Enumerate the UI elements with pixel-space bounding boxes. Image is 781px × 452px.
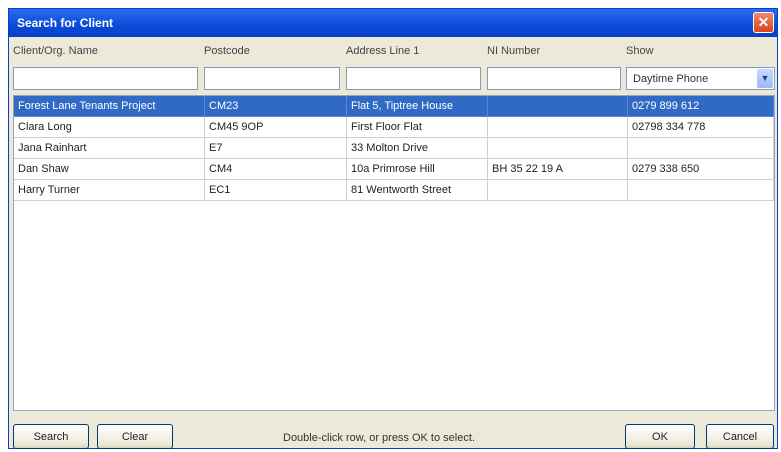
ni-number-filter[interactable] bbox=[487, 67, 621, 90]
table-row[interactable]: Forest Lane Tenants Project CM23 Flat 5, T… bbox=[14, 96, 774, 117]
cell-ni-number bbox=[488, 180, 628, 201]
cell-ni-number bbox=[488, 138, 628, 159]
header-client-name: Client/Org. Name bbox=[13, 45, 98, 57]
header-postcode: Postcode bbox=[204, 45, 250, 57]
search-button[interactable]: Search bbox=[13, 424, 89, 449]
address-filter[interactable] bbox=[346, 67, 481, 90]
results-table: Forest Lane Tenants Project CM23 Flat 5, T… bbox=[13, 95, 775, 411]
cell-postcode: CM4 bbox=[205, 159, 347, 180]
close-icon[interactable]: ✕ bbox=[753, 12, 774, 33]
header-address: Address Line 1 bbox=[346, 45, 420, 57]
cell-client-name: Forest Lane Tenants Project bbox=[14, 96, 205, 117]
cell-ni-number: BH 35 22 19 A bbox=[488, 159, 628, 180]
table-row[interactable]: Dan Shaw CM4 10a Primrose Hill BH 35 22 19 … bbox=[14, 159, 774, 180]
table-row[interactable]: Clara Long CM45 9OP First Floor Flat 02798 … bbox=[14, 117, 774, 138]
title-bar[interactable]: Search for Client ✕ bbox=[9, 9, 777, 37]
cell-ni-number bbox=[488, 117, 628, 138]
cell-client-name: Clara Long bbox=[14, 117, 205, 138]
cell-phone bbox=[628, 180, 774, 201]
ok-button[interactable]: OK bbox=[625, 424, 695, 449]
header-show: Show bbox=[626, 45, 654, 57]
postcode-filter[interactable] bbox=[204, 67, 340, 90]
cell-address: Flat 5, Tiptree House bbox=[347, 96, 488, 117]
client-name-filter[interactable] bbox=[13, 67, 198, 90]
show-select-value: Daytime Phone bbox=[633, 73, 709, 85]
cell-ni-number bbox=[488, 96, 628, 117]
cell-postcode: CM45 9OP bbox=[205, 117, 347, 138]
table-row[interactable]: Jana Rainhart E7 33 Molton Drive bbox=[14, 138, 774, 159]
cell-address: 81 Wentworth Street bbox=[347, 180, 488, 201]
cell-address: 33 Molton Drive bbox=[347, 138, 488, 159]
header-ni-number: NI Number bbox=[487, 45, 541, 57]
cell-client-name: Dan Shaw bbox=[14, 159, 205, 180]
cell-address: First Floor Flat bbox=[347, 117, 488, 138]
cell-phone bbox=[628, 138, 774, 159]
instruction-text: Double-click row, or press OK to select. bbox=[283, 432, 475, 444]
dialog-title: Search for Client bbox=[17, 16, 114, 30]
cell-postcode: E7 bbox=[205, 138, 347, 159]
chevron-down-icon[interactable]: ▼ bbox=[757, 69, 773, 88]
table-row[interactable]: Harry Turner EC1 81 Wentworth Street bbox=[14, 180, 774, 201]
cell-postcode: EC1 bbox=[205, 180, 347, 201]
cell-phone: 0279 899 612 bbox=[628, 96, 774, 117]
clear-button[interactable]: Clear bbox=[97, 424, 173, 449]
cell-postcode: CM23 bbox=[205, 96, 347, 117]
show-select[interactable]: Daytime Phone ▼ bbox=[626, 67, 775, 90]
cell-client-name: Jana Rainhart bbox=[14, 138, 205, 159]
cell-address: 10a Primrose Hill bbox=[347, 159, 488, 180]
cell-client-name: Harry Turner bbox=[14, 180, 205, 201]
search-for-client-dialog: Search for Client ✕ Client/Org. Name Pos… bbox=[8, 8, 778, 449]
cancel-button[interactable]: Cancel bbox=[706, 424, 774, 449]
cell-phone: 0279 338 650 bbox=[628, 159, 774, 180]
cell-phone: 02798 334 778 bbox=[628, 117, 774, 138]
